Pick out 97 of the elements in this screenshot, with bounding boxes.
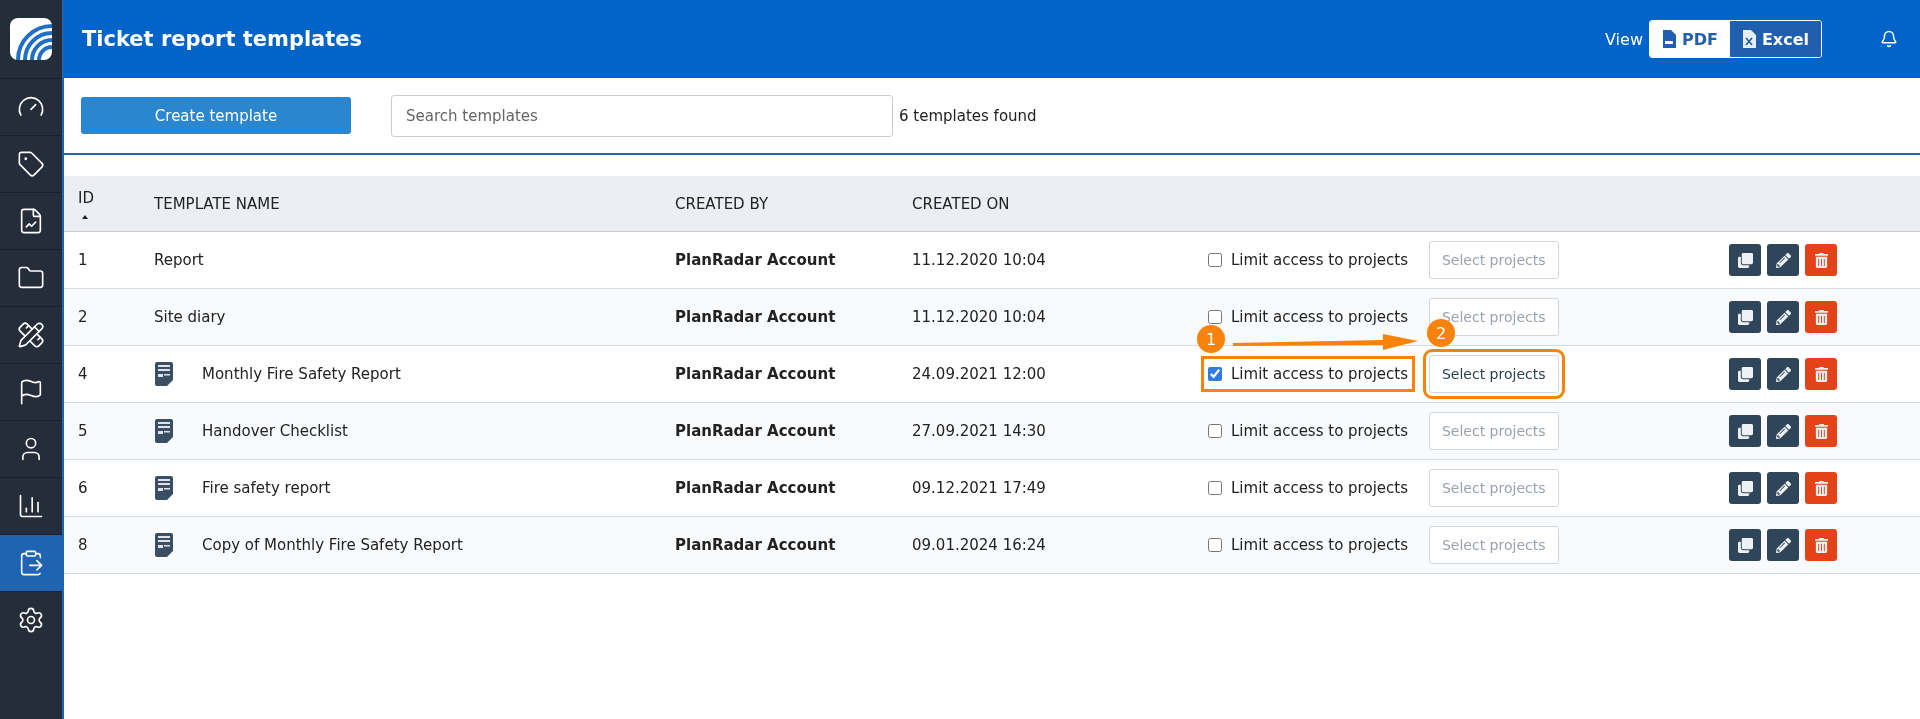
- created-by-cell-text: PlanRadar Account: [675, 422, 837, 440]
- duplicate-button[interactable]: [1729, 472, 1761, 504]
- sidebar-item-icon: [17, 606, 45, 634]
- document-icon: [154, 475, 174, 501]
- results-count: 6 templates found: [899, 106, 1037, 125]
- pencil-icon: [1775, 537, 1791, 553]
- limit-access-label: Limit access to projects: [1231, 251, 1408, 269]
- sidebar-item-icon: [17, 321, 45, 349]
- delete-button[interactable]: [1805, 301, 1837, 333]
- limit-access-label: Limit access to projects: [1231, 365, 1408, 383]
- template-name: Fire safety report: [202, 479, 331, 497]
- trash-icon: [1813, 309, 1829, 325]
- notification-bell-icon[interactable]: [1880, 30, 1898, 48]
- sidebar-item-icon: [17, 150, 45, 178]
- template-name: Handover Checklist: [202, 422, 348, 440]
- edit-button[interactable]: [1767, 301, 1799, 333]
- document-icon: [154, 361, 174, 387]
- create-template-button[interactable]: Create template: [81, 97, 351, 134]
- column-header[interactable]: CREATED ON: [912, 194, 1209, 213]
- edit-button[interactable]: [1767, 472, 1799, 504]
- created-by-cell-text: PlanRadar Account: [675, 479, 837, 497]
- id-cell-text: 1: [78, 251, 89, 269]
- edit-button[interactable]: [1767, 529, 1799, 561]
- format-button[interactable]: PDF: [1650, 21, 1730, 57]
- created-by-cell-text: PlanRadar Account: [675, 365, 837, 383]
- trash-icon: [1813, 252, 1829, 268]
- copy-icon: [1737, 252, 1753, 268]
- id-cell-text: 8: [78, 536, 89, 554]
- file-icon: [1741, 30, 1756, 48]
- template-name: Report: [154, 251, 204, 269]
- view-label: View: [1605, 29, 1643, 49]
- duplicate-button[interactable]: [1729, 301, 1761, 333]
- pencil-icon: [1775, 366, 1791, 382]
- trash-icon: [1813, 480, 1829, 496]
- copy-icon: [1737, 480, 1753, 496]
- created-on-cell-text: 09.12.2021 17:49: [912, 479, 1047, 497]
- created-on-cell-text: 11.12.2020 10:04: [912, 251, 1047, 269]
- id-cell-text: 5: [78, 422, 89, 440]
- duplicate-button[interactable]: [1729, 415, 1761, 447]
- delete-button[interactable]: [1805, 358, 1837, 390]
- column-header[interactable]: CREATED BY: [675, 194, 912, 213]
- logo-icon[interactable]: [10, 18, 52, 60]
- document-icon: [154, 418, 174, 444]
- duplicate-button[interactable]: [1729, 244, 1761, 276]
- column-header[interactable]: ID: [78, 188, 154, 207]
- template-name: Copy of Monthly Fire Safety Report: [202, 536, 463, 554]
- copy-icon: [1737, 423, 1753, 439]
- id-cell-text: 6: [78, 479, 89, 497]
- copy-icon: [1737, 537, 1753, 553]
- created-on-cell-text: 09.01.2024 16:24: [912, 536, 1047, 554]
- created-by-cell-text: PlanRadar Account: [675, 308, 837, 326]
- template-name: Monthly Fire Safety Report: [202, 365, 401, 383]
- limit-access-label: Limit access to projects: [1231, 479, 1408, 497]
- limit-access-label: Limit access to projects: [1231, 422, 1408, 440]
- document-icon: [154, 532, 174, 558]
- sidebar-item[interactable]: [0, 534, 62, 591]
- limit-access-label: Limit access to projects: [1231, 536, 1408, 554]
- edit-button[interactable]: [1767, 244, 1799, 276]
- trash-icon: [1813, 423, 1829, 439]
- delete-button[interactable]: [1805, 472, 1837, 504]
- column-header[interactable]: TEMPLATE NAME: [154, 194, 675, 213]
- limit-checkbox[interactable]: [1208, 253, 1222, 267]
- duplicate-button[interactable]: [1729, 529, 1761, 561]
- created-by-cell-text: PlanRadar Account: [675, 251, 837, 269]
- copy-icon: [1737, 309, 1753, 325]
- search-field[interactable]: Search templates: [391, 94, 893, 137]
- trash-icon: [1813, 366, 1829, 382]
- id-cell-text: 4: [78, 365, 89, 383]
- created-on-cell-text: 27.09.2021 14:30: [912, 422, 1047, 440]
- limit-checkbox[interactable]: [1208, 367, 1222, 381]
- sidebar-item-icon: [17, 492, 45, 520]
- limit-checkbox[interactable]: [1208, 424, 1222, 438]
- limit-checkbox[interactable]: [1208, 481, 1222, 495]
- template-name: Site diary: [154, 308, 226, 326]
- edit-button[interactable]: [1767, 358, 1799, 390]
- edit-button[interactable]: [1767, 415, 1799, 447]
- delete-button[interactable]: [1805, 244, 1837, 276]
- step-badge: 1: [1197, 325, 1225, 353]
- pencil-icon: [1775, 423, 1791, 439]
- pencil-icon: [1775, 252, 1791, 268]
- created-on-cell-text: 11.12.2020 10:04: [912, 308, 1047, 326]
- limit-access-label: Limit access to projects: [1231, 308, 1408, 326]
- limit-checkbox[interactable]: [1208, 538, 1222, 552]
- created-on-cell-text: 24.09.2021 12:00: [912, 365, 1047, 383]
- id-cell-text: 2: [78, 308, 89, 326]
- created-by-cell-text: PlanRadar Account: [675, 536, 837, 554]
- copy-icon: [1737, 366, 1753, 382]
- delete-button[interactable]: [1805, 415, 1837, 447]
- format-button[interactable]: Excel: [1729, 21, 1821, 57]
- pencil-icon: [1775, 480, 1791, 496]
- pencil-icon: [1775, 309, 1791, 325]
- file-icon: [1662, 30, 1676, 48]
- delete-button[interactable]: [1805, 529, 1837, 561]
- page-title: Ticket report templates: [82, 27, 364, 51]
- duplicate-button[interactable]: [1729, 358, 1761, 390]
- trash-icon: [1813, 537, 1829, 553]
- limit-checkbox[interactable]: [1208, 310, 1222, 324]
